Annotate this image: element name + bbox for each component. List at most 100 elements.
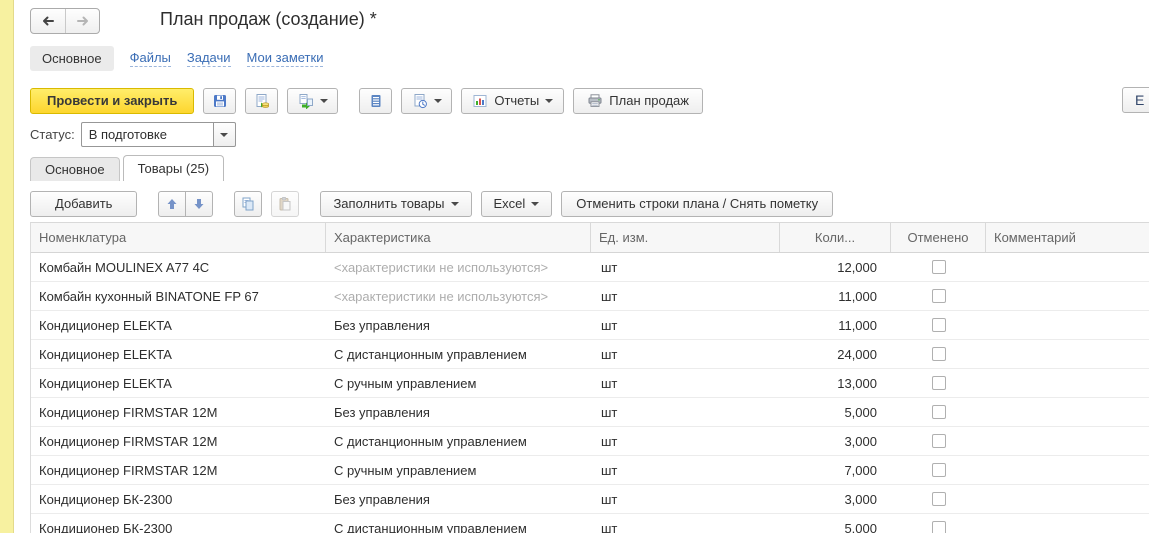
- cell-comment[interactable]: [986, 427, 1149, 455]
- document-history-button[interactable]: [401, 88, 452, 114]
- cell-unit[interactable]: шт: [591, 514, 780, 533]
- col-header-cancelled[interactable]: Отменено: [891, 223, 986, 252]
- cell-unit[interactable]: шт: [591, 456, 780, 484]
- cell-unit[interactable]: шт: [591, 340, 780, 368]
- excel-button[interactable]: Excel: [481, 191, 553, 217]
- cell-comment[interactable]: [986, 514, 1149, 533]
- cell-comment[interactable]: [986, 282, 1149, 310]
- cell-characteristic[interactable]: <характеристики не используются>: [326, 282, 591, 310]
- cell-unit[interactable]: шт: [591, 369, 780, 397]
- cancel-plan-lines-button[interactable]: Отменить строки плана / Снять пометку: [561, 191, 833, 217]
- tab-goods[interactable]: Товары (25): [123, 155, 224, 181]
- table-row[interactable]: Кондиционер БК-2300 Без управления шт 3,…: [31, 485, 1149, 514]
- cell-quantity[interactable]: 13,000: [780, 369, 891, 397]
- cell-characteristic[interactable]: С дистанционным управлением: [326, 340, 591, 368]
- post-and-close-button[interactable]: Провести и закрыть: [30, 88, 194, 114]
- cell-comment[interactable]: [986, 340, 1149, 368]
- add-row-button[interactable]: Добавить: [30, 191, 137, 217]
- cell-comment[interactable]: [986, 369, 1149, 397]
- cell-characteristic[interactable]: Без управления: [326, 485, 591, 513]
- nav-item-tasks[interactable]: Задачи: [187, 50, 231, 67]
- tab-main[interactable]: Основное: [30, 157, 120, 181]
- cell-comment[interactable]: [986, 253, 1149, 281]
- nav-item-notes[interactable]: Мои заметки: [247, 50, 324, 67]
- print-sales-plan-button[interactable]: План продаж: [573, 88, 703, 114]
- cancelled-checkbox[interactable]: [932, 347, 946, 361]
- table-row[interactable]: Кондиционер FIRMSTAR 12M Без управления …: [31, 398, 1149, 427]
- cancelled-checkbox[interactable]: [932, 434, 946, 448]
- col-header-characteristic[interactable]: Характеристика: [326, 223, 591, 252]
- table-row[interactable]: Комбайн кухонный BINATONE FP 67 <характе…: [31, 282, 1149, 311]
- post-document-button[interactable]: [245, 88, 278, 114]
- cell-comment[interactable]: [986, 485, 1149, 513]
- cell-nomenclature[interactable]: Кондиционер ELEKTA: [31, 311, 326, 339]
- table-row[interactable]: Кондиционер БК-2300 С дистанционным упра…: [31, 514, 1149, 533]
- cell-quantity[interactable]: 7,000: [780, 456, 891, 484]
- cell-characteristic[interactable]: С дистанционным управлением: [326, 427, 591, 455]
- cell-comment[interactable]: [986, 398, 1149, 426]
- cancelled-checkbox[interactable]: [932, 260, 946, 274]
- status-input[interactable]: [81, 122, 214, 147]
- table-row[interactable]: Кондиционер FIRMSTAR 12M С ручным управл…: [31, 456, 1149, 485]
- col-header-unit[interactable]: Ед. изм.: [591, 223, 780, 252]
- forward-button[interactable]: [65, 9, 99, 33]
- cell-comment[interactable]: [986, 311, 1149, 339]
- table-row[interactable]: Кондиционер FIRMSTAR 12M С дистанционным…: [31, 427, 1149, 456]
- cell-quantity[interactable]: 5,000: [780, 398, 891, 426]
- cell-nomenclature[interactable]: Кондиционер БК-2300: [31, 485, 326, 513]
- cell-nomenclature[interactable]: Кондиционер FIRMSTAR 12M: [31, 427, 326, 455]
- move-up-button[interactable]: [158, 191, 186, 217]
- cell-characteristic[interactable]: С дистанционным управлением: [326, 514, 591, 533]
- cell-unit[interactable]: шт: [591, 485, 780, 513]
- cell-characteristic[interactable]: С ручным управлением: [326, 369, 591, 397]
- cell-nomenclature[interactable]: Кондиционер ELEKTA: [31, 340, 326, 368]
- cell-quantity[interactable]: 3,000: [780, 427, 891, 455]
- move-down-button[interactable]: [185, 191, 213, 217]
- cell-nomenclature[interactable]: Кондиционер БК-2300: [31, 514, 326, 533]
- save-button[interactable]: [203, 88, 236, 114]
- col-header-nomenclature[interactable]: Номенклатура: [31, 223, 326, 252]
- cell-unit[interactable]: шт: [591, 253, 780, 281]
- cancelled-checkbox[interactable]: [932, 318, 946, 332]
- cancelled-checkbox[interactable]: [932, 376, 946, 390]
- cancelled-checkbox[interactable]: [932, 289, 946, 303]
- nav-item-main[interactable]: Основное: [30, 46, 114, 71]
- cell-unit[interactable]: шт: [591, 398, 780, 426]
- table-row[interactable]: Кондиционер ELEKTA Без управления шт 11,…: [31, 311, 1149, 340]
- status-dropdown-button[interactable]: [213, 122, 236, 147]
- copy-row-button[interactable]: [234, 191, 262, 217]
- create-based-on-button[interactable]: [287, 88, 338, 114]
- more-button[interactable]: Е: [1122, 87, 1149, 113]
- cell-unit[interactable]: шт: [591, 311, 780, 339]
- cell-characteristic[interactable]: Без управления: [326, 311, 591, 339]
- cell-characteristic[interactable]: С ручным управлением: [326, 456, 591, 484]
- cell-quantity[interactable]: 11,000: [780, 282, 891, 310]
- cell-comment[interactable]: [986, 456, 1149, 484]
- cancelled-checkbox[interactable]: [932, 521, 946, 533]
- cell-quantity[interactable]: 5,000: [780, 514, 891, 533]
- nav-item-files[interactable]: Файлы: [130, 50, 171, 67]
- cell-quantity[interactable]: 11,000: [780, 311, 891, 339]
- cancelled-checkbox[interactable]: [932, 492, 946, 506]
- table-row[interactable]: Комбайн MOULINEX A77 4C <характеристики …: [31, 253, 1149, 282]
- cell-quantity[interactable]: 3,000: [780, 485, 891, 513]
- cell-characteristic[interactable]: <характеристики не используются>: [326, 253, 591, 281]
- cell-unit[interactable]: шт: [591, 427, 780, 455]
- cell-characteristic[interactable]: Без управления: [326, 398, 591, 426]
- document-register-button[interactable]: [359, 88, 392, 114]
- col-header-quantity[interactable]: Коли...: [780, 223, 891, 252]
- cell-quantity[interactable]: 12,000: [780, 253, 891, 281]
- cell-nomenclature[interactable]: Комбайн кухонный BINATONE FP 67: [31, 282, 326, 310]
- cell-nomenclature[interactable]: Комбайн MOULINEX A77 4C: [31, 253, 326, 281]
- table-row[interactable]: Кондиционер ELEKTA С ручным управлением …: [31, 369, 1149, 398]
- table-row[interactable]: Кондиционер ELEKTA С дистанционным управ…: [31, 340, 1149, 369]
- cell-nomenclature[interactable]: Кондиционер FIRMSTAR 12M: [31, 398, 326, 426]
- cancelled-checkbox[interactable]: [932, 463, 946, 477]
- cell-nomenclature[interactable]: Кондиционер FIRMSTAR 12M: [31, 456, 326, 484]
- cancelled-checkbox[interactable]: [932, 405, 946, 419]
- cell-quantity[interactable]: 24,000: [780, 340, 891, 368]
- cell-unit[interactable]: шт: [591, 282, 780, 310]
- cell-nomenclature[interactable]: Кондиционер ELEKTA: [31, 369, 326, 397]
- reports-button[interactable]: Отчеты: [461, 88, 564, 114]
- col-header-comment[interactable]: Комментарий: [986, 223, 1149, 252]
